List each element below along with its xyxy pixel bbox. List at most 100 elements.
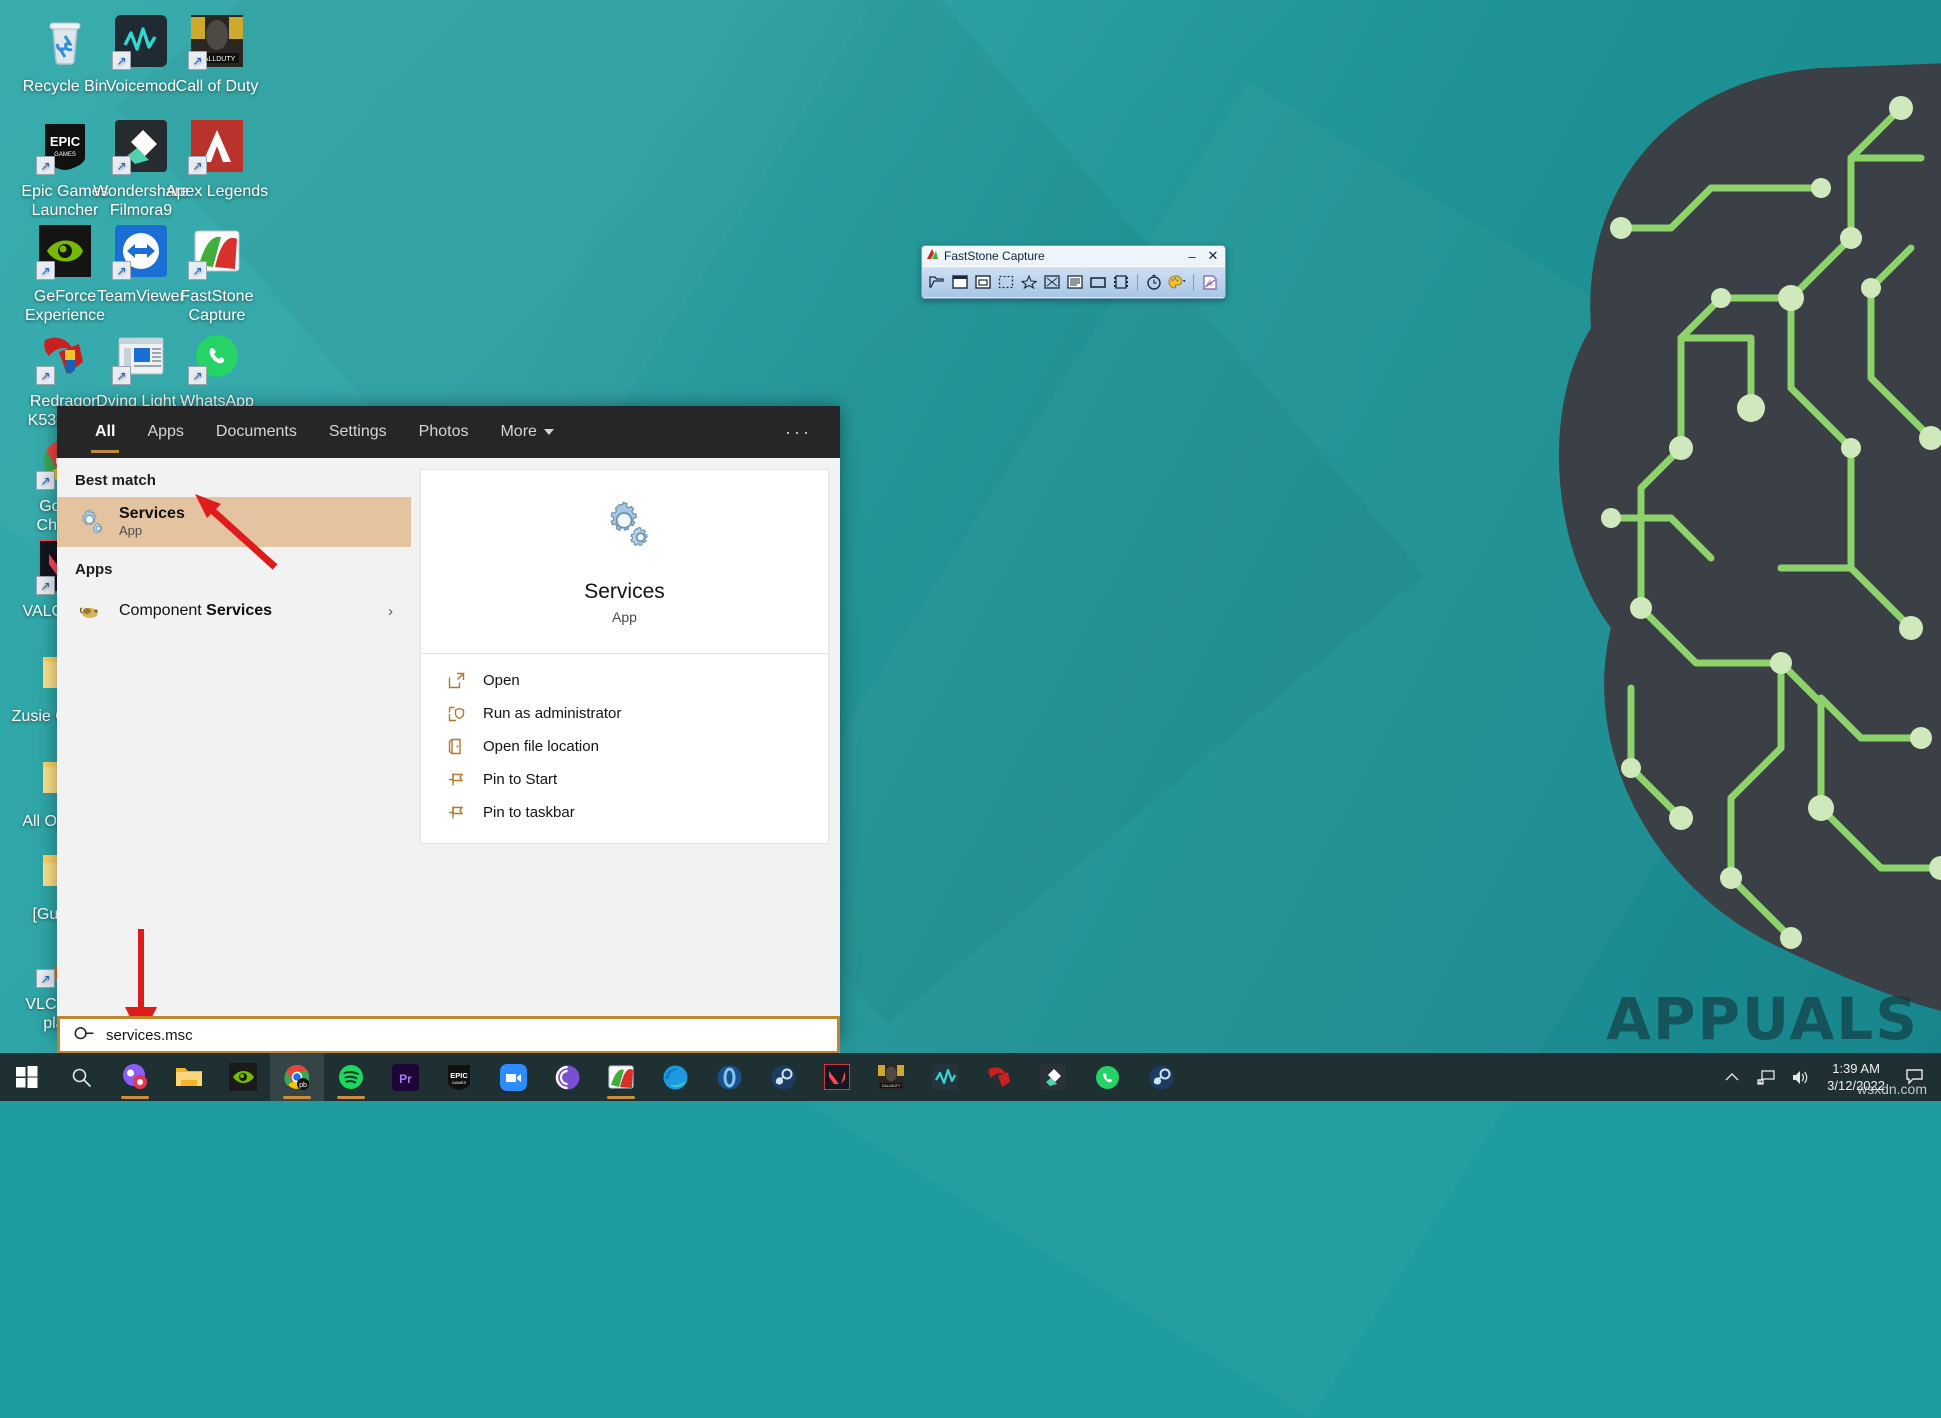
- result-item-services[interactable]: Services App: [57, 497, 411, 547]
- taskbar-voicemod[interactable]: [918, 1053, 972, 1101]
- taskbar-bittorrent[interactable]: [540, 1053, 594, 1101]
- desktop-icon-whatsapp[interactable]: WhatsApp: [162, 327, 272, 411]
- desktop-icon-label: Call of Duty: [175, 78, 259, 95]
- taskbar-filmora[interactable]: [1026, 1053, 1080, 1101]
- volume-icon[interactable]: [1783, 1053, 1817, 1101]
- search-input-box[interactable]: services.msc: [57, 1016, 840, 1054]
- output-options-icon[interactable]: [1167, 272, 1187, 292]
- svg-text:EPIC: EPIC: [450, 1071, 468, 1080]
- taskbar-premiere-pro[interactable]: Pr: [378, 1053, 432, 1101]
- search-icon: [71, 1021, 99, 1049]
- taskbar-geforce[interactable]: [216, 1053, 270, 1101]
- taskbar-steam[interactable]: [756, 1053, 810, 1101]
- faststone-title: FastStone Capture: [944, 249, 1045, 263]
- action-open[interactable]: Open: [421, 664, 828, 697]
- taskbar-call-of-duty[interactable]: CALLDUTY: [864, 1053, 918, 1101]
- result-item-subtitle: App: [119, 523, 143, 538]
- capture-freehand-icon[interactable]: [1019, 272, 1039, 292]
- taskbar-redragon[interactable]: [972, 1053, 1026, 1101]
- capture-window-object-icon[interactable]: [973, 272, 993, 292]
- taskbar-chrome[interactable]: pb: [270, 1053, 324, 1101]
- timer-icon[interactable]: [1144, 272, 1164, 292]
- best-match-header: Best match: [75, 472, 156, 489]
- epic-games-icon: EPIC GAMES: [444, 1062, 474, 1092]
- action-label: Pin to taskbar: [483, 804, 575, 821]
- taskbar-spotify[interactable]: [324, 1053, 378, 1101]
- desktop-icon-call-of-duty[interactable]: CALLDUTY Call of Duty: [162, 12, 272, 96]
- cortana-icon: [120, 1062, 150, 1092]
- action-label: Open file location: [483, 738, 599, 755]
- action-run-as-administrator[interactable]: Run as administrator: [421, 697, 828, 730]
- taskbar-steam-2[interactable]: [1134, 1053, 1188, 1101]
- file-explorer-icon: [174, 1062, 204, 1092]
- apps-header: Apps: [75, 561, 113, 578]
- action-pin-to-start[interactable]: Pin to Start: [421, 763, 828, 796]
- chevron-right-icon[interactable]: ›: [388, 603, 393, 620]
- open-icon: [447, 671, 466, 690]
- capture-fixed-region-icon[interactable]: [1088, 272, 1108, 292]
- folder-location-icon: [447, 737, 466, 756]
- shortcut-overlay-icon: [36, 261, 55, 280]
- screen-recorder-icon[interactable]: [1111, 272, 1131, 292]
- faststone-capture-window[interactable]: FastStone Capture – ✕: [921, 245, 1226, 299]
- action-label: Run as administrator: [483, 705, 622, 722]
- taskbar-file-explorer[interactable]: [162, 1053, 216, 1101]
- clock-time: 1:39 AM: [1832, 1061, 1880, 1076]
- zoom-icon: [498, 1062, 528, 1092]
- close-button[interactable]: ✕: [1205, 248, 1221, 264]
- steam-icon: [1146, 1062, 1176, 1092]
- result-item-title-match: Services: [206, 602, 273, 619]
- tab-photos[interactable]: Photos: [403, 406, 485, 458]
- taskbar-edge[interactable]: [648, 1053, 702, 1101]
- search-results-body: Best match Services App Apps Component S…: [57, 458, 840, 1041]
- svg-text:Pr: Pr: [399, 1072, 412, 1086]
- taskbar-cortana[interactable]: [108, 1053, 162, 1101]
- taskbar-valorant[interactable]: [810, 1053, 864, 1101]
- action-pin-to-taskbar[interactable]: Pin to taskbar: [421, 796, 828, 829]
- capture-scrolling-window-icon[interactable]: [1065, 272, 1085, 292]
- taskbar-start[interactable]: [0, 1053, 54, 1101]
- taskbar[interactable]: pb Pr EPIC GAMES CALLDUTY 1:39 AM 3/12/2…: [0, 1053, 1941, 1101]
- shortcut-overlay-icon: [36, 576, 55, 595]
- search-results-list: Best match Services App Apps Component S…: [57, 458, 411, 1041]
- action-open-file-location[interactable]: Open file location: [421, 730, 828, 763]
- search-input[interactable]: services.msc: [106, 1027, 193, 1044]
- taskbar-whatsapp[interactable]: [1080, 1053, 1134, 1101]
- shortcut-overlay-icon: [188, 261, 207, 280]
- spotify-icon: [336, 1062, 366, 1092]
- shortcut-overlay-icon: [36, 366, 55, 385]
- desktop-icon-faststone-capture[interactable]: FastStone Capture: [162, 222, 272, 325]
- tab-documents[interactable]: Documents: [200, 406, 313, 458]
- tab-apps[interactable]: Apps: [131, 406, 199, 458]
- faststone-toolbar[interactable]: [922, 266, 1225, 297]
- desktop-icon-label: Apex Legends: [165, 183, 269, 200]
- taskbar-epic-games[interactable]: EPIC GAMES: [432, 1053, 486, 1101]
- search-filter-tabs[interactable]: All Apps Documents Settings Photos More …: [57, 406, 840, 458]
- tab-settings[interactable]: Settings: [313, 406, 403, 458]
- capture-fullscreen-icon[interactable]: [1042, 272, 1062, 292]
- overflow-menu-button[interactable]: ···: [785, 422, 818, 443]
- desktop-icon-apex-legends[interactable]: Apex Legends: [162, 117, 272, 201]
- bittorrent-icon: [552, 1062, 582, 1092]
- taskbar-zoom[interactable]: [486, 1053, 540, 1101]
- capture-active-window-icon[interactable]: [950, 272, 970, 292]
- shortcut-overlay-icon: [112, 366, 131, 385]
- shortcut-overlay-icon: [188, 51, 207, 70]
- tab-all[interactable]: All: [79, 406, 131, 458]
- open-file-icon[interactable]: [927, 272, 947, 292]
- tab-more[interactable]: More: [484, 423, 569, 441]
- services-gears-icon: [599, 499, 651, 558]
- windows-start-icon: [12, 1062, 42, 1092]
- taskbar-faststone[interactable]: [594, 1053, 648, 1101]
- taskbar-opera-gx[interactable]: [702, 1053, 756, 1101]
- network-icon[interactable]: [1749, 1053, 1783, 1101]
- opera-gx-icon: [714, 1062, 744, 1092]
- settings-icon[interactable]: [1200, 272, 1220, 292]
- minimize-button[interactable]: –: [1184, 249, 1200, 264]
- faststone-titlebar[interactable]: FastStone Capture – ✕: [922, 246, 1225, 266]
- start-menu-search-panel[interactable]: All Apps Documents Settings Photos More …: [57, 406, 840, 1041]
- taskbar-search[interactable]: [54, 1053, 108, 1101]
- show-hidden-icons-chevron[interactable]: [1715, 1053, 1749, 1101]
- result-item-component-services[interactable]: Component Services ›: [57, 586, 411, 636]
- capture-rectangle-icon[interactable]: [996, 272, 1016, 292]
